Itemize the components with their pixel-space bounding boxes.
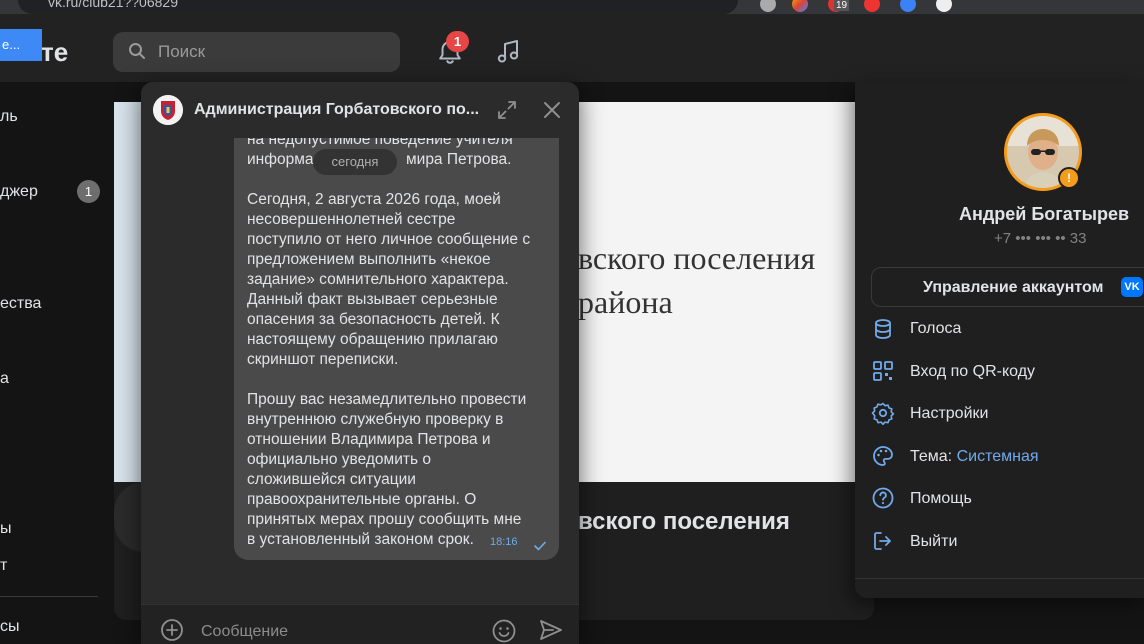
menu-item-votes[interactable]: Голоса [910, 320, 961, 338]
profile-phone: +7 ••• ••• •• 33 [994, 230, 1087, 247]
send-icon[interactable] [538, 617, 564, 643]
expand-icon[interactable] [496, 99, 518, 121]
profile-dropdown [855, 82, 1144, 598]
music-icon[interactable] [494, 38, 522, 66]
menu-item-help[interactable]: Помощь [910, 490, 972, 508]
help-icon [872, 487, 894, 509]
message-line: задание» сомнительного характера. [247, 271, 509, 288]
message-line: несовершеннолетней сестре [247, 211, 456, 228]
document-ornament [114, 102, 144, 482]
message-line: в установленный законом срок. [247, 531, 474, 548]
search-input[interactable] [158, 42, 378, 62]
message-line: поступило от него личное сообщение с [247, 231, 531, 248]
address-bar-url[interactable]: vk.ru/club21??06829 [48, 0, 178, 10]
message-line: Данный факт вызывает серьезные [247, 291, 498, 308]
message-line: сложившейся ситуации [247, 471, 416, 488]
menu-item-logout[interactable]: Выйти [910, 533, 957, 551]
message-line: скриншот переписки. [247, 351, 399, 368]
message-line: настоящему обращению прилагаю [247, 331, 498, 348]
sidebar-item-communities[interactable]: ества [0, 295, 41, 313]
chat-title[interactable]: Администрация Горбатовского по... [194, 101, 479, 119]
chat-avatar[interactable] [153, 95, 183, 125]
sidebar-item[interactable]: т [0, 557, 7, 575]
coat-of-arms-icon [153, 95, 183, 125]
menu-divider [855, 578, 1144, 579]
coins-icon [875, 319, 891, 339]
sidebar-item-profile[interactable]: ль [0, 108, 18, 126]
date-separator: сегодня [313, 149, 397, 175]
tab-tooltip: е... [0, 29, 42, 61]
notification-badge: 1 [446, 31, 469, 52]
message-line: информа [247, 151, 314, 168]
message-line: Прошу вас незамедлительно провести [247, 391, 527, 408]
message-line: официально уведомить о [247, 451, 431, 468]
message-line: предложением выполнить «некое [247, 251, 491, 268]
community-title[interactable]: вского поселения [578, 508, 790, 536]
theme-value: Системная [956, 448, 1039, 465]
qr-code-icon [873, 361, 893, 381]
sidebar-item-messenger[interactable]: джер [0, 183, 38, 201]
message-line: внутреннюю служебную проверку в [247, 411, 504, 428]
theme-label: Тема: [910, 448, 953, 465]
manage-account-label: Управление аккаунтом [923, 279, 1104, 296]
security-shield-icon: ! [1058, 167, 1080, 189]
logout-icon [874, 532, 891, 550]
message-time: 18:16 [490, 536, 518, 548]
read-check-icon [534, 541, 546, 551]
document-heading-line: района [578, 284, 673, 320]
menu-item-theme[interactable]: Тема: Системная [910, 448, 1039, 466]
palette-icon [873, 446, 893, 466]
emoji-icon[interactable] [491, 618, 517, 644]
profile-name: Андрей Богатырев [959, 204, 1130, 224]
message-line: правоохранительные органы. О [247, 491, 477, 508]
menu-item-qr-login[interactable]: Вход по QR-коду [910, 363, 1035, 381]
message-line: мира Петрова. [406, 151, 512, 168]
document-heading-line: вского поселения [578, 240, 816, 276]
sidebar-item[interactable]: сы [0, 618, 20, 636]
gear-icon [871, 402, 895, 425]
menu-item-settings[interactable]: Настройки [910, 405, 988, 423]
message-line: опасения за безопасность детей. К [247, 311, 500, 328]
add-attachment-icon[interactable] [160, 618, 184, 642]
sidebar-item[interactable]: а [0, 370, 9, 388]
message-input[interactable] [201, 622, 471, 642]
search-icon [129, 43, 145, 59]
message-line: принятых мерах прошу сообщить мне [247, 511, 522, 528]
sidebar-divider [0, 596, 98, 597]
message-line: Сегодня, 2 августа 2026 года, моей [247, 191, 501, 208]
close-icon[interactable] [541, 99, 563, 121]
extension-badge: 19 [834, 0, 850, 11]
message-line: отношении Владимира Петрова и [247, 431, 491, 448]
vk-id-icon: VK [1121, 277, 1143, 297]
sidebar-item[interactable]: ы [0, 520, 12, 538]
messenger-counter: 1 [77, 180, 100, 203]
